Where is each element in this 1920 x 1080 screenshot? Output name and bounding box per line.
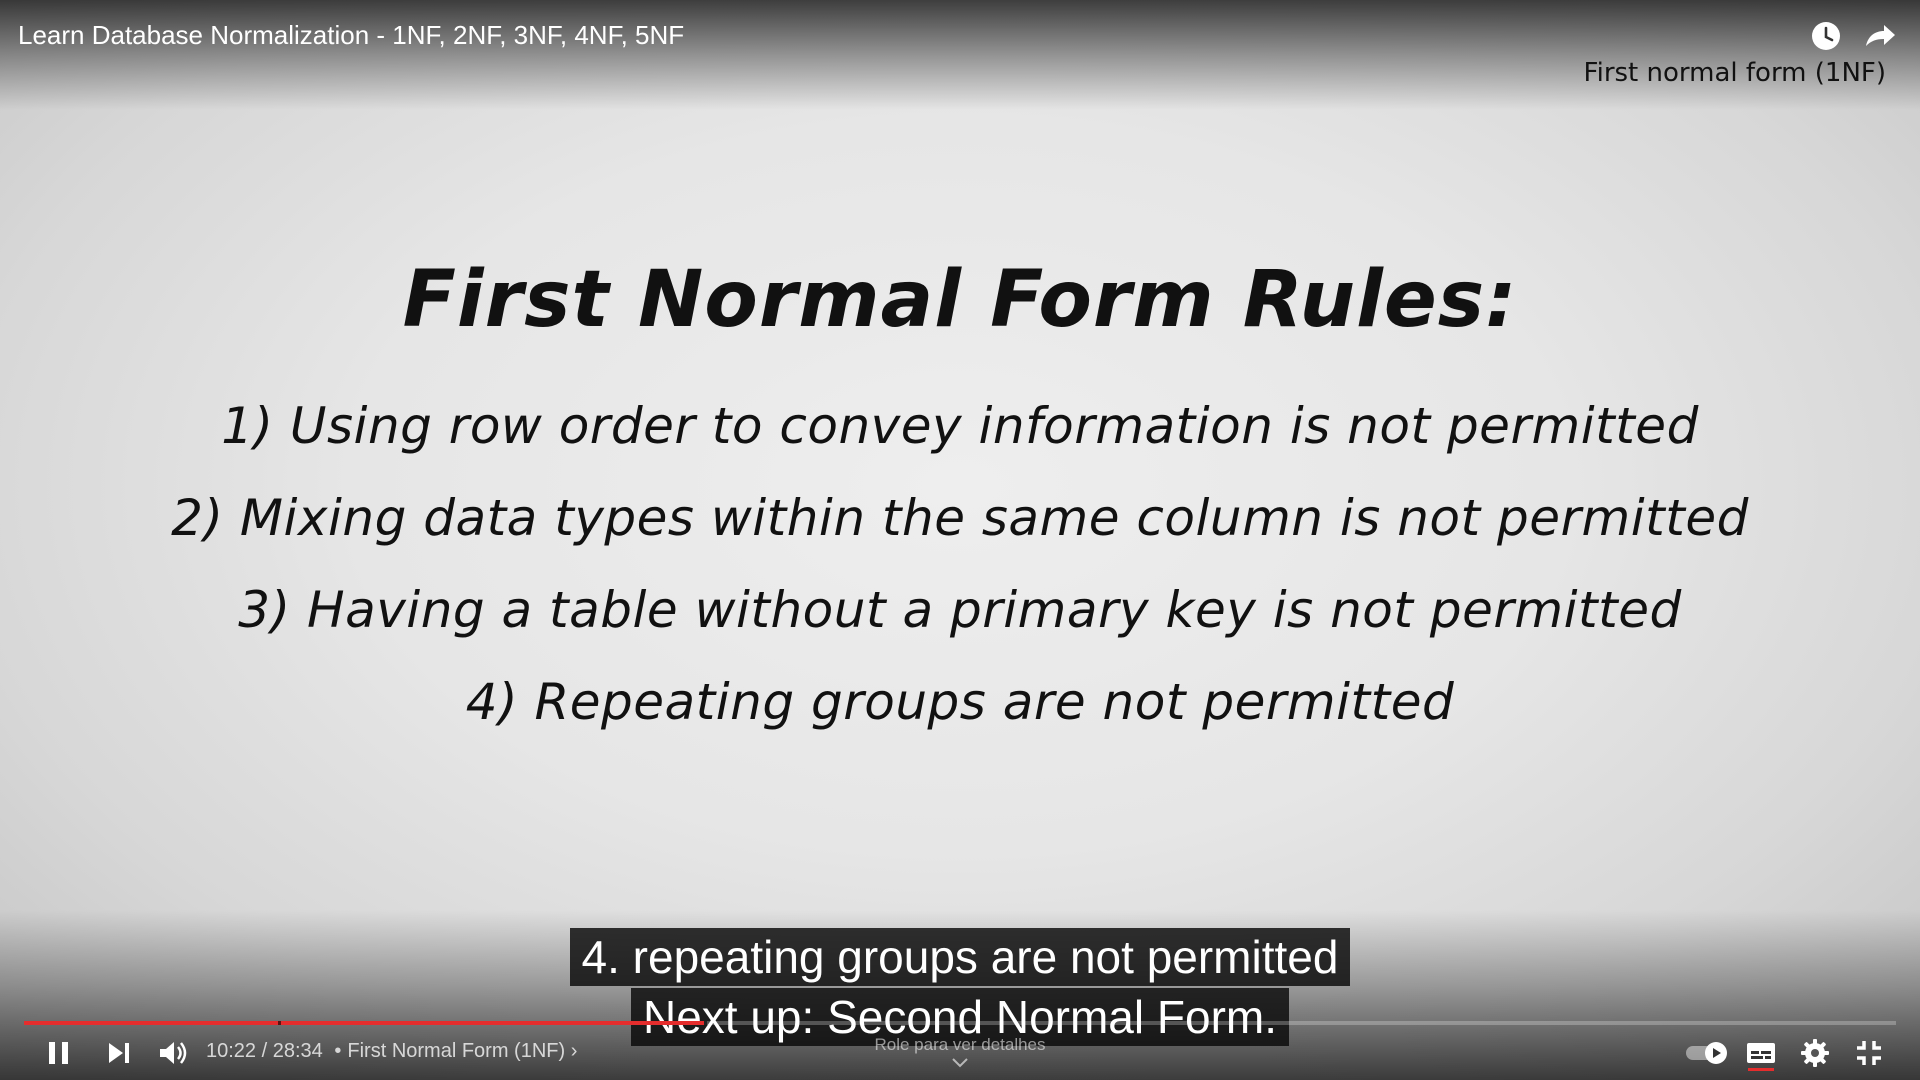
- progress-played: [24, 1021, 704, 1025]
- rule-item: 3) Having a table without a primary key …: [238, 581, 1682, 639]
- time-display: 10:22 / 28:34 • First Normal Form (1NF) ›: [206, 1040, 577, 1063]
- chevron-right-icon: ›: [570, 1040, 578, 1062]
- watch-later-icon[interactable]: [1808, 18, 1844, 54]
- pause-icon[interactable]: [42, 1036, 76, 1070]
- volume-icon[interactable]: [156, 1036, 190, 1070]
- next-icon[interactable]: [102, 1036, 136, 1070]
- rule-item: 4) Repeating groups are not permitted: [465, 673, 1455, 731]
- total-time: 28:34: [272, 1040, 323, 1062]
- exit-fullscreen-icon[interactable]: [1852, 1036, 1886, 1070]
- settings-icon[interactable]: [1798, 1036, 1832, 1070]
- current-time: 10:22: [206, 1040, 257, 1062]
- top-gradient: [0, 0, 1920, 110]
- slide-heading: First Normal Form Rules:: [402, 255, 1518, 345]
- share-icon[interactable]: [1862, 18, 1898, 54]
- subtitles-icon[interactable]: [1744, 1036, 1778, 1070]
- video-player[interactable]: Learn Database Normalization - 1NF, 2NF,…: [0, 0, 1920, 1080]
- progress-bar[interactable]: [24, 1021, 1896, 1025]
- caption-line: 4. repeating groups are not permitted: [569, 928, 1351, 986]
- chapter-separator: •: [334, 1040, 342, 1062]
- chapter-button[interactable]: First Normal Form (1NF): [347, 1040, 565, 1062]
- video-title[interactable]: Learn Database Normalization - 1NF, 2NF,…: [18, 20, 684, 51]
- subtitles-active-indicator: [1748, 1068, 1774, 1071]
- scroll-hint-label: Role para ver detalhes: [874, 1035, 1046, 1054]
- chapter-marker: [704, 1021, 707, 1025]
- autoplay-toggle[interactable]: [1686, 1042, 1730, 1064]
- scroll-hint[interactable]: Role para ver detalhes: [860, 1035, 1060, 1069]
- rules-list: 1) Using row order to convey information…: [0, 380, 1920, 748]
- captions-panel: 4. repeating groups are not permitted Ne…: [0, 928, 1920, 1046]
- rule-item: 2) Mixing data types within the same col…: [171, 489, 1749, 547]
- time-separator: /: [261, 1040, 268, 1062]
- chapter-marker: [278, 1021, 281, 1025]
- slide-content: First Normal Form Rules: 1) Using row or…: [0, 250, 1920, 748]
- chapter-title-overlay: First normal form (1NF): [1583, 58, 1886, 88]
- chevron-down-icon: [952, 1058, 968, 1068]
- rule-item: 1) Using row order to convey information…: [221, 397, 1699, 455]
